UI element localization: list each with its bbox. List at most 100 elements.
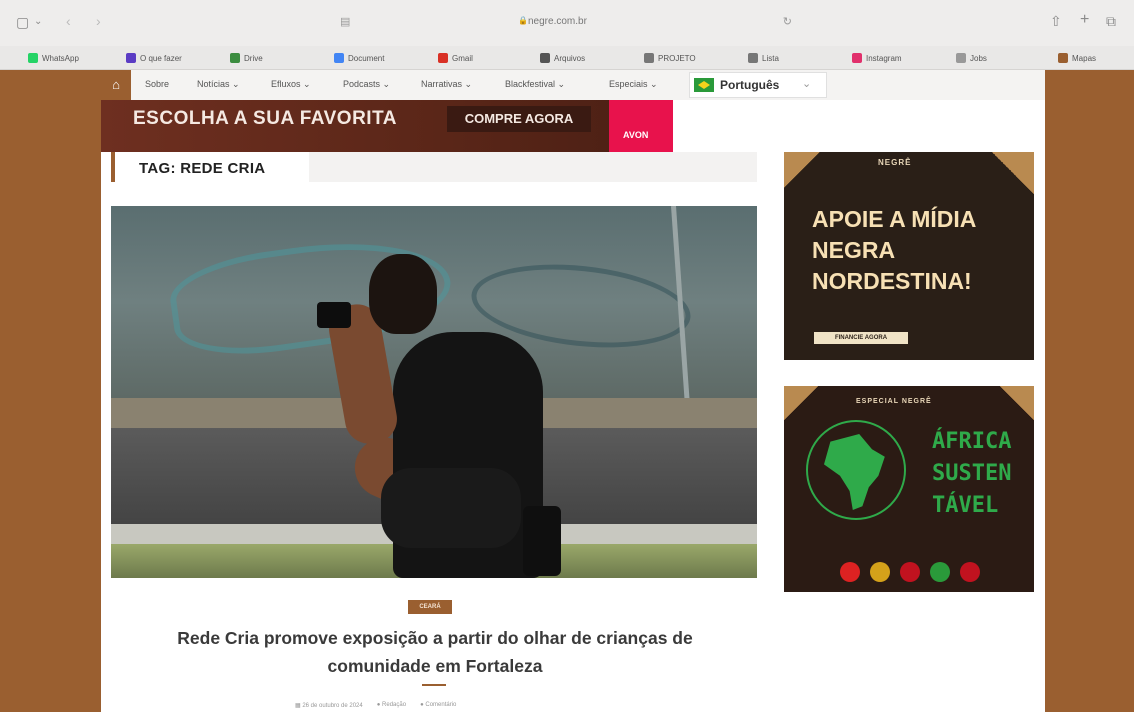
post-comments[interactable]: ● Comentário — [420, 702, 456, 709]
bookmark-label: Instagram — [866, 53, 902, 63]
bookmark-favicon-icon — [852, 53, 862, 63]
ad-headline: ÁFRICA SUSTEN TÁVEL — [932, 429, 1012, 518]
tag-title: TAG: REDE CRIA — [139, 160, 266, 177]
post-category-badge[interactable]: CEARÁ — [408, 600, 452, 614]
brazil-flag-icon — [694, 78, 714, 92]
bookmark-favicon-icon — [126, 53, 136, 63]
tag-header-box: TAG: REDE CRIA — [115, 152, 309, 182]
chevron-down-icon[interactable]: ⌄ — [34, 14, 42, 30]
ad-brand-logo: NEGRÊ — [878, 158, 912, 167]
bookmark-label: Arquivos — [554, 53, 586, 63]
home-icon[interactable]: ⌂ — [101, 70, 131, 100]
bookmark-label: Document — [348, 53, 385, 63]
bookmark-item[interactable]: O que fazer — [126, 52, 182, 64]
bookmark-item[interactable]: WhatsApp — [28, 52, 79, 64]
post-date-text: 26 de outubro de 2024 — [302, 703, 363, 709]
bookmark-favicon-icon — [334, 53, 344, 63]
bookmark-item[interactable]: Gmail — [438, 52, 473, 64]
lock-icon: 🔒 — [518, 16, 528, 25]
bookmark-label: O que fazer — [140, 53, 182, 63]
language-label: Português — [720, 78, 780, 92]
bookmark-favicon-icon — [956, 53, 966, 63]
flag-dot-icon — [900, 562, 920, 582]
bookmark-favicon-icon — [1058, 53, 1068, 63]
bookmark-item[interactable]: Arquivos — [540, 52, 585, 64]
image-person-shoe — [523, 506, 561, 576]
reload-icon[interactable]: ↻ — [783, 15, 792, 28]
nav-item-label: Narrativas — [421, 79, 463, 89]
ad-headline: APOIE A MÍDIA NEGRA NORDESTINA! — [812, 206, 976, 294]
chevron-down-icon: ⌄ — [557, 79, 566, 89]
bookmark-item[interactable]: Document — [334, 52, 384, 64]
bookmarks-bar: WhatsApp O que fazer Drive Document Gmai… — [0, 46, 1134, 70]
banner-headline: ESCOLHA A SUA FAVORITA — [133, 108, 397, 129]
nav-item-noticias[interactable]: Notícias ⌄ — [197, 79, 240, 90]
banner-cta-button[interactable]: COMPRE AGORA — [447, 106, 591, 132]
post-meta: ▦ 26 de outubro de 2024 ● Redação ● Come… — [295, 702, 456, 709]
bookmark-favicon-icon — [438, 53, 448, 63]
ad-label: ESPECIAL NEGRÊ — [856, 398, 932, 405]
bookmark-item[interactable]: Mapas — [1058, 52, 1096, 64]
nav-item-narrativas[interactable]: Narrativas ⌄ — [421, 79, 472, 90]
page-background: ⌂ Sobre Notícias ⌄ Efluxos ⌄ Podcasts ⌄ … — [0, 70, 1134, 712]
bookmark-label: PROJETO — [658, 53, 696, 63]
nav-item-especiais[interactable]: Especiais ⌄ — [609, 79, 658, 90]
post-author[interactable]: ● Redação — [377, 702, 406, 709]
bookmark-label: Mapas — [1072, 53, 1097, 63]
nav-item-podcasts[interactable]: Podcasts ⌄ — [343, 79, 390, 90]
image-person-head — [369, 254, 437, 334]
bookmark-favicon-icon — [540, 53, 550, 63]
bookmark-label: Lista — [762, 53, 779, 63]
calendar-icon: ▦ — [295, 703, 301, 709]
avon-logo-text: AVON — [623, 130, 649, 140]
bookmark-favicon-icon — [644, 53, 654, 63]
content-column: ⌂ Sobre Notícias ⌄ Efluxos ⌄ Podcasts ⌄ … — [101, 70, 1045, 712]
bookmark-item[interactable]: Jobs — [956, 52, 987, 64]
flag-dot-icon — [840, 562, 860, 582]
bookmark-item[interactable]: PROJETO — [644, 52, 696, 64]
browser-toolbar: ▢ ⌄ ‹ › ▤ 🔒 negre.com.br ↻ ⇧ + ⧉ — [0, 0, 1134, 46]
nav-item-label: Blackfestival — [505, 79, 556, 89]
bookmark-label: WhatsApp — [42, 53, 79, 63]
nav-item-efluxos[interactable]: Efluxos ⌄ — [271, 79, 311, 90]
post-date: ▦ 26 de outubro de 2024 — [295, 702, 363, 709]
new-tab-icon[interactable]: + — [1080, 12, 1089, 28]
back-icon[interactable]: ‹ — [66, 13, 71, 29]
nav-item-label: Especiais — [609, 79, 648, 89]
bookmark-item[interactable]: Drive — [230, 52, 263, 64]
chevron-down-icon: ⌄ — [802, 78, 812, 90]
featured-post-image[interactable] — [111, 206, 757, 578]
bookmark-item[interactable]: Instagram — [852, 52, 902, 64]
share-icon[interactable]: ⇧ — [1050, 13, 1062, 29]
avon-banner-ad[interactable]: ESCOLHA A SUA FAVORITA COMPRE AGORA AVON — [101, 100, 673, 152]
nav-item-label: Notícias — [197, 79, 230, 89]
forward-icon[interactable]: › — [96, 13, 101, 29]
post-author-text: Redação — [382, 702, 407, 708]
chevron-down-icon: ⌄ — [464, 79, 473, 89]
nav-item-blackfestival[interactable]: Blackfestival ⌄ — [505, 79, 565, 90]
bookmark-label: Drive — [244, 53, 263, 63]
nav-item-label: Podcasts — [343, 79, 381, 89]
language-selector[interactable]: Português ⌄ — [689, 72, 827, 98]
page-icon: ▤ — [340, 16, 351, 28]
tab-overview-icon[interactable]: ⧉ — [1106, 13, 1116, 29]
chevron-down-icon: ⌄ — [303, 79, 311, 89]
ad-cta-button[interactable]: FINANCIE AGORA — [814, 332, 908, 344]
address-bar[interactable]: ▤ 🔒 negre.com.br ↻ — [340, 12, 798, 34]
post-title-link[interactable]: Rede Cria promove exposição a partir do … — [135, 624, 735, 680]
nav-item-label: Efluxos — [271, 79, 301, 89]
nav-item-sobre[interactable]: Sobre — [145, 79, 169, 89]
bookmark-favicon-icon — [230, 53, 240, 63]
chevron-down-icon: ⌄ — [232, 79, 240, 89]
sidebar-ad-apoie[interactable]: NEGRÊ APOIE A MÍDIA NEGRA NORDESTINA! FI… — [784, 152, 1034, 360]
sidebar-ad-africa-sustentavel[interactable]: ESPECIAL NEGRÊ ÁFRICA SUSTEN TÁVEL — [784, 386, 1034, 592]
post-comments-text: Comentário — [425, 702, 457, 708]
chevron-down-icon: ⌄ — [650, 79, 658, 89]
bookmark-item[interactable]: Lista — [748, 52, 779, 64]
flag-dot-icon — [960, 562, 980, 582]
tag-header: TAG: REDE CRIA — [111, 152, 757, 182]
sidebar-toggle-icon[interactable]: ▢ — [16, 14, 29, 30]
bookmark-label: Gmail — [452, 53, 473, 63]
bookmark-favicon-icon — [28, 53, 38, 63]
site-nav: ⌂ Sobre Notícias ⌄ Efluxos ⌄ Podcasts ⌄ … — [101, 70, 1045, 100]
